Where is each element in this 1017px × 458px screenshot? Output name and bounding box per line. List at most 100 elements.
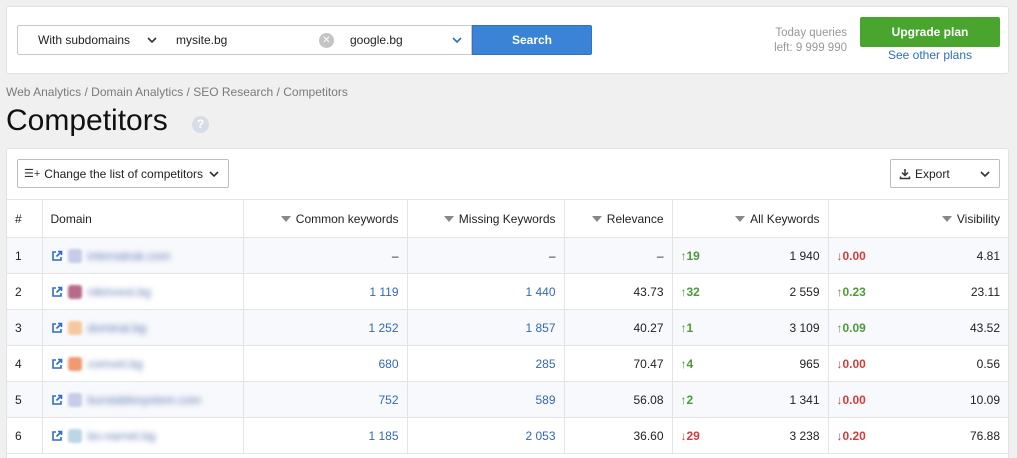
domain-link[interactable]: comvet.bg xyxy=(88,357,143,371)
external-link-icon[interactable] xyxy=(51,322,63,334)
keywords-change-value: 1 xyxy=(686,320,694,335)
common-keywords-cell[interactable]: 752 xyxy=(243,381,408,418)
visibility-cell: ↓0.20 76.88 xyxy=(828,417,1008,454)
competitors-table: # Domain Common keywords Missing Keyword… xyxy=(7,199,1008,454)
favicon xyxy=(67,428,82,443)
header-domain: Domain xyxy=(42,199,244,238)
relevance-cell: 70.47 xyxy=(564,345,673,382)
competitors-panel: ☰+ Change the list of competitors Export… xyxy=(6,148,1009,458)
download-icon xyxy=(899,168,911,179)
sort-icon xyxy=(443,215,454,222)
search-engine-label: google.bg xyxy=(350,33,403,47)
row-index: 6 xyxy=(7,417,43,454)
visibility-value: 0.56 xyxy=(976,356,1000,371)
missing-keywords-cell[interactable]: 1 440 xyxy=(407,273,565,310)
favicon xyxy=(67,320,82,335)
queries-line-1: Today queries xyxy=(775,27,847,39)
row-index: 3 xyxy=(7,309,43,346)
table-row: 3 dominal.bg 1 252 1 857 40.27 ↑1 3 109 ↑0.09 43… xyxy=(7,309,1008,346)
favicon xyxy=(67,356,82,371)
sort-icon xyxy=(735,215,746,222)
all-keywords-cell: ↑4 965 xyxy=(672,345,829,382)
keywords-change: ↑2 xyxy=(681,393,694,407)
header-all-keywords-label: All Keywords xyxy=(750,211,820,226)
external-link-icon[interactable] xyxy=(51,286,63,298)
external-link-icon[interactable] xyxy=(51,358,63,370)
domain-cell: internatrak.com xyxy=(42,237,244,274)
visibility-change: ↓0.00 xyxy=(837,249,866,263)
see-other-plans-link[interactable]: See other plans xyxy=(860,48,1000,62)
chevron-down-icon xyxy=(452,37,462,44)
header-all-keywords[interactable]: All Keywords xyxy=(672,199,829,238)
chevron-down-icon xyxy=(209,171,219,178)
domain-link[interactable]: nikinvest.bg xyxy=(88,285,151,299)
visibility-value: 76.88 xyxy=(969,428,1000,443)
all-keywords-cell: ↑32 2 559 xyxy=(672,273,829,310)
table-row: 6 bo-narnet.bg 1 185 2 053 36.60 ↓29 3 238 ↓0.2… xyxy=(7,417,1008,454)
table-row: 5 burstablesystem.com 752 589 56.08 ↑2 1 341 ↓0… xyxy=(7,381,1008,418)
external-link-icon[interactable] xyxy=(51,394,63,406)
common-keywords-cell[interactable]: 680 xyxy=(243,345,408,382)
common-keywords-cell[interactable]: 1 119 xyxy=(243,273,408,310)
missing-keywords-cell[interactable]: 2 053 xyxy=(407,417,565,454)
header-visibility[interactable]: Visibility xyxy=(828,199,1008,238)
export-label: Export xyxy=(915,166,950,181)
change-competitors-button[interactable]: ☰+ Change the list of competitors xyxy=(17,159,229,188)
page-title: Competitors xyxy=(6,104,168,137)
keywords-total: 3 238 xyxy=(789,428,820,443)
upgrade-plan-button[interactable]: Upgrade plan xyxy=(860,17,1000,47)
common-keywords-cell[interactable]: 1 252 xyxy=(243,309,408,346)
missing-keywords-cell[interactable]: 285 xyxy=(407,345,565,382)
external-link-icon[interactable] xyxy=(51,250,63,262)
search-engine-select[interactable]: google.bg xyxy=(342,25,472,55)
missing-keywords-cell[interactable]: 589 xyxy=(407,381,565,418)
relevance-cell: – xyxy=(564,237,673,274)
sort-icon xyxy=(280,215,291,222)
header-missing-keywords[interactable]: Missing Keywords xyxy=(407,199,565,238)
keywords-total: 1 940 xyxy=(789,248,820,263)
favicon xyxy=(67,248,82,263)
visibility-change-value: 0.20 xyxy=(842,428,866,443)
visibility-change: ↓0.00 xyxy=(837,393,866,407)
visibility-cell: ↑0.23 23.11 xyxy=(828,273,1008,310)
missing-keywords-cell: – xyxy=(407,237,565,274)
domain-cell: burstablesystem.com xyxy=(42,381,244,418)
subdomain-select[interactable]: With subdomains xyxy=(17,25,167,55)
keywords-change-value: 29 xyxy=(686,428,700,443)
keywords-total: 965 xyxy=(799,356,820,371)
visibility-change-value: 0.00 xyxy=(842,392,866,407)
header-missing-keywords-label: Missing Keywords xyxy=(458,211,556,226)
search-button[interactable]: Search xyxy=(472,25,592,55)
table-row: 4 comvet.bg 680 285 70.47 ↑4 965 ↓0.00 0.56 xyxy=(7,345,1008,382)
all-keywords-cell: ↑1 3 109 xyxy=(672,309,829,346)
all-keywords-cell: ↑19 1 940 xyxy=(672,237,829,274)
domain-link[interactable]: internatrak.com xyxy=(88,249,171,263)
domain-link[interactable]: dominal.bg xyxy=(88,321,147,335)
domain-link[interactable]: burstablesystem.com xyxy=(88,393,201,407)
common-keywords-cell[interactable]: 1 185 xyxy=(243,417,408,454)
table-header-row: # Domain Common keywords Missing Keyword… xyxy=(7,199,1008,238)
keywords-total: 2 559 xyxy=(789,284,820,299)
export-button[interactable]: Export xyxy=(890,159,1000,188)
missing-keywords-cell[interactable]: 1 857 xyxy=(407,309,565,346)
all-keywords-cell: ↓29 3 238 xyxy=(672,417,829,454)
visibility-cell: ↓0.00 10.09 xyxy=(828,381,1008,418)
row-index: 1 xyxy=(7,237,43,274)
help-icon[interactable]: ? xyxy=(192,116,209,133)
domain-input[interactable]: mysite.bg xyxy=(166,25,343,55)
header-common-keywords[interactable]: Common keywords xyxy=(243,199,408,238)
keywords-total: 3 109 xyxy=(789,320,820,335)
domain-link[interactable]: bo-narnet.bg xyxy=(88,429,156,443)
row-index: 2 xyxy=(7,273,43,310)
header-relevance[interactable]: Relevance xyxy=(564,199,673,238)
visibility-value: 10.09 xyxy=(969,392,1000,407)
favicon xyxy=(67,392,82,407)
visibility-value: 43.52 xyxy=(969,320,1000,335)
keywords-change-value: 19 xyxy=(686,248,700,263)
visibility-change: ↓0.00 xyxy=(837,357,866,371)
breadcrumb[interactable]: Web Analytics / Domain Analytics / SEO R… xyxy=(6,85,348,99)
visibility-change: ↓0.20 xyxy=(837,429,866,443)
external-link-icon[interactable] xyxy=(51,430,63,442)
visibility-change-value: 0.23 xyxy=(842,284,866,299)
clear-icon[interactable]: ✕ xyxy=(319,33,334,48)
